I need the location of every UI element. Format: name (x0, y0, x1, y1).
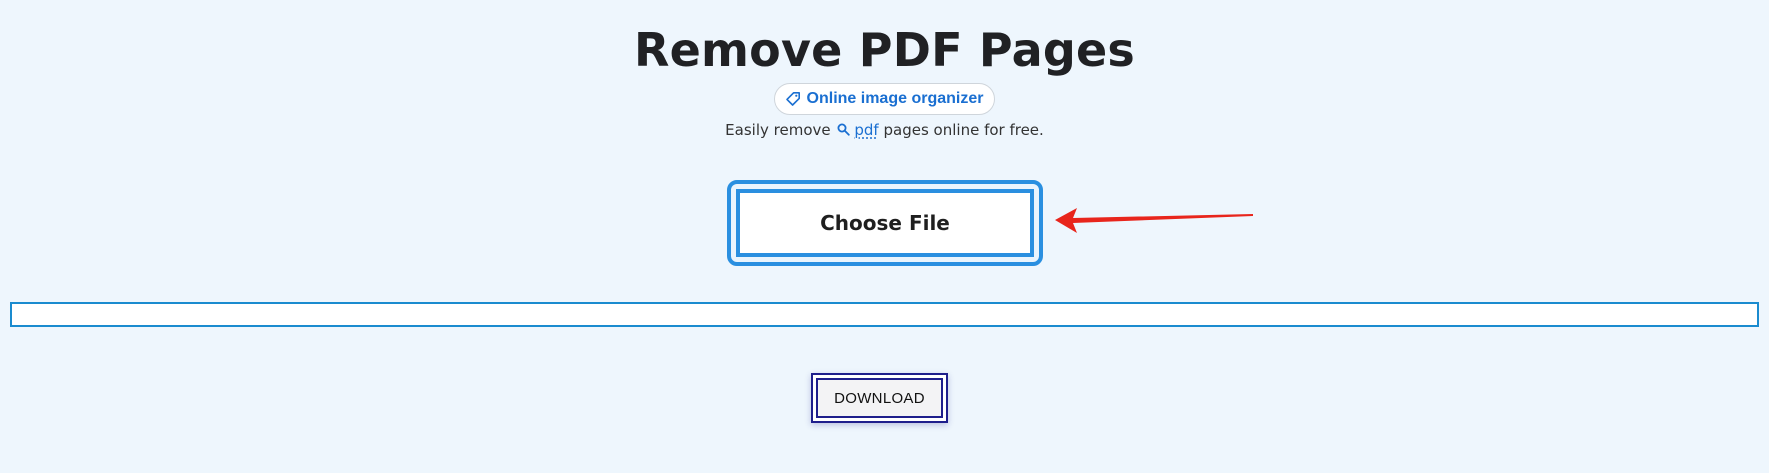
red-arrow-annotation (1055, 208, 1253, 233)
choose-file-button[interactable]: Choose File (727, 180, 1043, 266)
subtitle-prefix: Easily remove (725, 121, 831, 139)
search-icon (837, 121, 851, 141)
choose-file-label: Choose File (736, 189, 1034, 257)
subtitle-suffix: pages online for free. (883, 121, 1044, 139)
tag-row: Online image organizer (0, 83, 1769, 115)
page-header: Remove PDF Pages Online image organizer … (0, 0, 1769, 141)
tag-label: Online image organizer (806, 90, 984, 107)
download-label: DOWNLOAD (816, 378, 943, 418)
tag-icon (785, 91, 801, 107)
pdf-link[interactable]: pdf (854, 121, 878, 139)
download-button[interactable]: DOWNLOAD (811, 373, 948, 423)
online-image-organizer-tag[interactable]: Online image organizer (773, 83, 996, 115)
progress-bar (10, 302, 1759, 327)
page-subtitle: Easily remove pdf pages online for free. (0, 120, 1769, 141)
page-title: Remove PDF Pages (634, 23, 1135, 77)
